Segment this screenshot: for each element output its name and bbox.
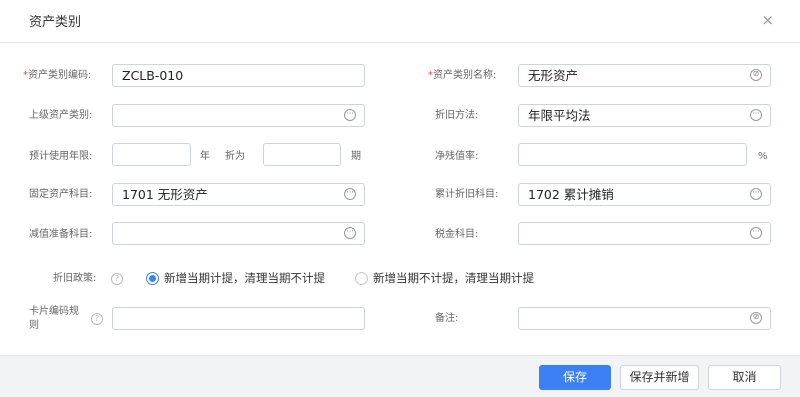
depreciation-method-input[interactable]: 年限平均法 ··· [518,104,771,127]
discount-label: 折为 [225,151,245,162]
ellipsis-icon[interactable]: ··· [344,227,356,239]
dialog-title: 资产类别 [29,15,82,30]
code-input[interactable]: ZCLB-010 [112,64,365,87]
policy-label: 折旧政策: [53,273,97,284]
dep-account-label: 累计折旧科目: [435,189,499,200]
save-button[interactable]: 保存 [539,365,611,390]
method-label: 折旧方法: [435,110,479,121]
life-label: 预计使用年限: [29,151,93,162]
percent-unit: % [758,151,768,162]
asset-account-input[interactable]: 1701 无形资产 ··· [112,183,365,206]
help-icon[interactable]: ? [111,273,123,285]
residual-rate-input[interactable] [518,143,747,166]
periods-unit: 期 [351,151,361,162]
save-and-new-button[interactable]: 保存并新增 [620,365,699,390]
years-unit: 年 [200,151,210,162]
asset-account-label: 固定资产科目: [29,189,93,200]
dep-account-input[interactable]: 1702 累计摊销 ··· [518,183,771,206]
card-rule-input[interactable] [112,307,365,330]
name-input[interactable]: 无形资产 ⊘ [518,64,771,87]
ellipsis-icon[interactable]: ··· [750,227,762,239]
dialog-footer: 保存 保存并新增 取消 [0,355,800,397]
ellipsis-icon[interactable]: ··· [750,188,762,200]
years-input[interactable] [112,143,191,166]
cancel-button[interactable]: 取消 [708,365,781,390]
close-icon[interactable]: × [761,11,774,29]
dialog-header: 资产类别 × [0,0,800,43]
code-label: *资产类别编码: [23,70,92,81]
lookup-icon[interactable]: ⊘ [750,69,762,81]
impairment-account-input[interactable]: ··· [112,222,365,245]
asset-category-dialog: 资产类别 × *资产类别编码: ZCLB-010 *资产类别名称: 无形资产 ⊘ … [0,0,800,397]
residual-label: 净残值率: [435,151,479,162]
ellipsis-icon[interactable]: ··· [344,109,356,121]
policy-option-1-radio[interactable] [146,272,159,285]
impairment-label: 减值准备科目: [29,229,93,240]
policy-option-2-radio[interactable] [355,272,368,285]
ellipsis-icon[interactable]: ··· [344,188,356,200]
parent-label: 上级资产类别: [29,110,93,121]
lookup-icon[interactable]: ⊘ [750,312,762,324]
help-icon[interactable]: ? [91,313,103,325]
policy-option-2-label[interactable]: 新增当期不计提，清理当期计提 [373,271,534,285]
card-rule-label: 卡片编码规则 [29,306,79,331]
remark-input[interactable]: ⊘ [518,307,771,330]
tax-account-input[interactable]: ··· [518,222,771,245]
ellipsis-icon[interactable]: ··· [750,109,762,121]
remark-label: 备注: [435,313,459,324]
parent-category-input[interactable]: ··· [112,104,365,127]
policy-option-1-label[interactable]: 新增当期计提，清理当期不计提 [164,271,325,285]
periods-input[interactable] [263,143,341,166]
tax-account-label: 税金科目: [435,229,479,240]
name-label: *资产类别名称: [428,70,497,81]
